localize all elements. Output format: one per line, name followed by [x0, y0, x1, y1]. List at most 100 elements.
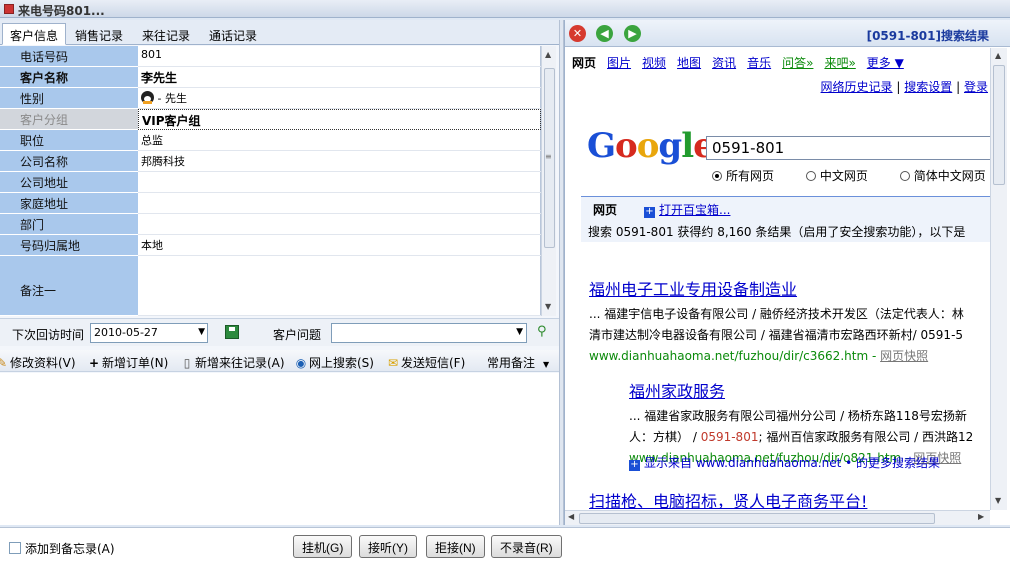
grid-scrollbar[interactable]: ▲ ≡ ▼	[541, 46, 556, 316]
tab-sales-records[interactable]: 销售记录	[67, 23, 131, 45]
nav-maps[interactable]: 地图	[677, 56, 701, 70]
home-address-value[interactable]	[138, 193, 541, 214]
field-name[interactable]: 客户名称 李先生	[0, 67, 541, 88]
new-order-button[interactable]: + 新增订单(N)	[88, 354, 168, 371]
result-snippet: 人：方棋） / 0591-801; 福州百信家政服务有限公司 / 西洪路12	[629, 430, 974, 444]
web-vertical-scrollbar[interactable]: ▲ ▼	[990, 48, 1007, 510]
no-record-button[interactable]: 不录音(R)	[491, 535, 562, 558]
next-visit-date-picker[interactable]: 2010-05-27 ▼	[90, 323, 208, 343]
field-company[interactable]: 公司名称 邦腾科技	[0, 151, 541, 172]
qq-penguin-icon	[141, 91, 154, 104]
field-title[interactable]: 职位 总监	[0, 130, 541, 151]
chevron-down-icon: ▼	[543, 360, 550, 369]
nav-images[interactable]: 图片	[607, 56, 631, 70]
tab-bar: 客户信息 销售记录 来往记录 通话记录	[0, 20, 559, 45]
search-result: 扫描枪、电脑招标，贤人电子商务平台!	[589, 488, 867, 510]
department-value[interactable]	[138, 214, 541, 235]
history-link[interactable]: 网络历史记录	[821, 80, 893, 94]
group-value[interactable]: VIP客户组	[138, 109, 541, 130]
dropdown-arrow-icon[interactable]: ▼	[516, 327, 523, 337]
reject-button[interactable]: 拒接(N)	[426, 535, 485, 558]
dropdown-arrow-icon[interactable]: ▼	[198, 327, 205, 337]
result-stats: 搜索 0591-801 获得约 8,160 条结果（启用了安全搜索功能），以下是	[588, 225, 966, 239]
field-department[interactable]: 部门	[0, 214, 541, 235]
nav-music[interactable]: 音乐	[747, 56, 771, 70]
search-input[interactable]: 0591-801	[706, 136, 990, 160]
app-icon	[4, 4, 14, 14]
field-group[interactable]: 客户分组 VIP客户组	[0, 109, 541, 130]
nav-web[interactable]: 网页	[572, 56, 596, 70]
field-phone[interactable]: 电话号码 801	[0, 46, 541, 67]
web-horizontal-scrollbar[interactable]: ◀ ▶	[565, 510, 990, 525]
scroll-thumb[interactable]	[993, 65, 1005, 185]
close-icon[interactable]: ✕	[569, 25, 586, 42]
result-title-link[interactable]: 扫描枪、电脑招标，贤人电子商务平台!	[589, 488, 867, 510]
search-icon[interactable]: ⚲	[537, 324, 547, 339]
more-results-link[interactable]: + 显示来自 www.dianhuahaoma.net • 的更多搜索结果	[629, 454, 940, 471]
name-value[interactable]: 李先生	[138, 67, 541, 88]
radio-all-web[interactable]: 所有网页	[712, 169, 788, 183]
login-link[interactable]: 登录	[964, 80, 988, 94]
issue-select[interactable]: ▼	[331, 323, 527, 343]
scroll-up-icon[interactable]: ▲	[545, 50, 551, 59]
company-address-value[interactable]	[138, 172, 541, 193]
phone-value[interactable]: 801	[138, 46, 541, 67]
radio-simplified[interactable]: 简体中文网页	[899, 169, 990, 183]
scroll-up-icon[interactable]: ▲	[995, 51, 1001, 60]
tab-call-records[interactable]: 通话记录	[201, 23, 265, 45]
scroll-down-icon[interactable]: ▼	[995, 496, 1001, 505]
field-label: 号码归属地	[0, 235, 138, 256]
field-home-address[interactable]: 家庭地址	[0, 193, 541, 214]
note1-value[interactable]	[138, 256, 541, 316]
web-search-button[interactable]: ◉ 网上搜索(S)	[295, 354, 374, 371]
save-icon[interactable]	[225, 325, 239, 339]
edit-icon: ✎	[0, 356, 8, 370]
scroll-left-icon[interactable]: ◀	[568, 512, 574, 521]
nav-more[interactable]: 更多 ▼	[867, 56, 904, 70]
field-gender[interactable]: 性别 - 先生	[0, 88, 541, 109]
radio-chinese[interactable]: 中文网页	[805, 169, 882, 183]
call-control-bar: 添加到备忘录(A) 挂机(G) 接听(Y) 拒接(N) 不录音(R)	[0, 527, 1010, 573]
nav-qa[interactable]: 问答»	[782, 56, 813, 70]
edit-profile-button[interactable]: ✎ 修改资料(V)	[0, 354, 76, 371]
toolbox-link[interactable]: + 打开百宝箱...	[644, 201, 730, 218]
field-location[interactable]: 号码归属地 本地	[0, 235, 541, 256]
nav-laiba[interactable]: 来吧»	[824, 56, 855, 70]
back-icon[interactable]: ◀	[596, 25, 613, 42]
hangup-button[interactable]: 挂机(G)	[293, 535, 353, 558]
location-value[interactable]: 本地	[138, 235, 541, 256]
title-value[interactable]: 总监	[138, 130, 541, 151]
answer-button[interactable]: 接听(Y)	[359, 535, 417, 558]
settings-link[interactable]: 搜索设置	[904, 80, 952, 94]
results-tab-web[interactable]: 网页	[593, 201, 617, 218]
send-sms-button[interactable]: ✉ 发送短信(F)	[387, 354, 465, 371]
user-links: 网络历史记录 | 搜索设置 | 登录	[820, 80, 988, 94]
search-result: 福州电子工业专用设备制造业 ... 福建宇信电子设备有限公司 / 融侨经济技术开…	[589, 276, 964, 367]
new-record-button[interactable]: ▯ 新增来往记录(A)	[181, 354, 285, 371]
result-title-link[interactable]: 福州电子工业专用设备制造业	[589, 276, 964, 300]
scroll-right-icon[interactable]: ▶	[978, 512, 984, 521]
memo-checkbox[interactable]	[9, 542, 21, 554]
company-value[interactable]: 邦腾科技	[138, 151, 541, 172]
field-company-address[interactable]: 公司地址	[0, 172, 541, 193]
field-label: 备注一	[0, 256, 138, 316]
search-result-title: [0591-801]搜索结果	[866, 29, 989, 43]
field-label: 公司名称	[0, 151, 138, 172]
result-title-link[interactable]: 福州家政服务	[629, 378, 973, 402]
common-notes-dropdown[interactable]: 常用备注 ▼	[487, 354, 549, 371]
action-toolbar: ✎ 修改资料(V) + 新增订单(N) ▯ 新增来往记录(A) ◉ 网上搜索(S) ✉ 发…	[0, 350, 559, 372]
nav-news[interactable]: 资讯	[712, 56, 736, 70]
globe-icon: ◉	[295, 356, 307, 370]
tab-contact-records[interactable]: 来往记录	[134, 23, 198, 45]
scroll-down-icon[interactable]: ▼	[545, 302, 551, 311]
forward-icon[interactable]: ▶	[624, 25, 641, 42]
notes-area[interactable]	[0, 373, 559, 525]
tab-customer-info[interactable]: 客户信息	[2, 23, 67, 45]
gender-value[interactable]: - 先生	[138, 88, 541, 109]
web-view: 网页 图片 视频 地图 资讯 音乐 问答» 来吧» 更多 ▼ 网络历史记录 | 搜索设置 | 登…	[565, 48, 990, 510]
field-note1[interactable]: 备注一	[0, 256, 541, 316]
cache-link[interactable]: 网页快照	[880, 349, 928, 363]
scroll-thumb[interactable]	[579, 513, 935, 524]
nav-video[interactable]: 视频	[642, 56, 666, 70]
field-label: 家庭地址	[0, 193, 138, 214]
